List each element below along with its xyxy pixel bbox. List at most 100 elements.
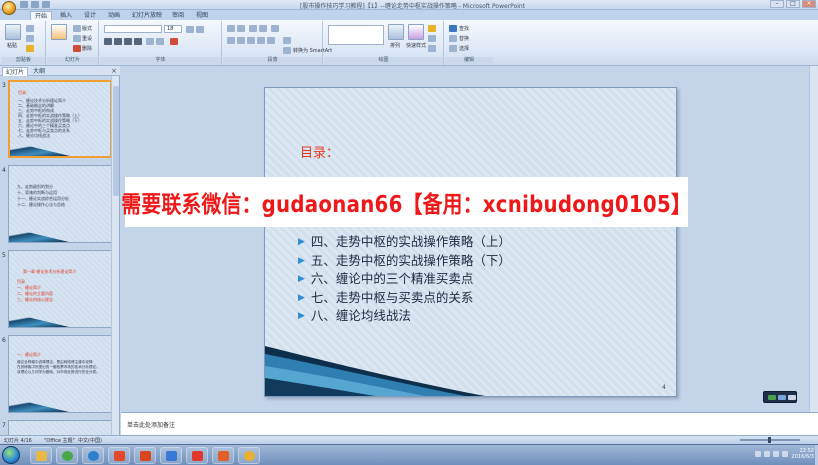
- panel-scroll-thumb[interactable]: [113, 86, 119, 196]
- numbering-icon[interactable]: [237, 25, 245, 32]
- tab-view[interactable]: 视图: [192, 11, 212, 20]
- paste-icon[interactable]: [5, 24, 21, 40]
- close-panel-icon[interactable]: ×: [111, 67, 117, 75]
- slide-thumbnail[interactable]: 九、走势级别的划分 十、背驰的判断与运用 十一、缠论实战综合运用分析 十二、缠论…: [8, 165, 112, 243]
- list-item: ▶ 六、缠论中的三个精准买卖点: [298, 270, 511, 289]
- clock[interactable]: 22:52 2016/6/3: [792, 448, 814, 460]
- decrease-indent-icon[interactable]: [249, 25, 257, 32]
- slide-title[interactable]: 目录：: [300, 142, 339, 161]
- tab-animations[interactable]: 动画: [104, 11, 124, 20]
- layout-icon[interactable]: [73, 25, 81, 32]
- format-painter-icon[interactable]: [26, 45, 34, 52]
- sorter-view-icon[interactable]: [778, 395, 786, 400]
- arrange-icon[interactable]: [388, 24, 404, 40]
- increase-indent-icon[interactable]: [259, 25, 267, 32]
- list-item: ▶ 七、走势中枢与买卖点的关系: [298, 289, 511, 308]
- shape-effects-icon[interactable]: [428, 45, 436, 52]
- minimize-button[interactable]: –: [770, 0, 784, 8]
- zoom-slider[interactable]: [740, 437, 800, 443]
- slideshow-view-icon[interactable]: [788, 395, 796, 400]
- cut-icon[interactable]: [26, 25, 34, 32]
- new-slide-icon[interactable]: [51, 24, 67, 40]
- slide-thumbnail[interactable]: 一、缠论简介 缠论全称缠中说禅理论，是由网络博主缠中说禅 在其博客中所提出的一套…: [8, 335, 112, 413]
- shrink-font-icon[interactable]: [196, 26, 204, 33]
- font-color-icon[interactable]: [170, 38, 178, 45]
- delete-icon[interactable]: [73, 45, 81, 52]
- taskbar-app-red[interactable]: [186, 447, 208, 464]
- align-left-icon[interactable]: [227, 37, 235, 44]
- bold-icon[interactable]: [104, 38, 112, 45]
- tab-review[interactable]: 审阅: [168, 11, 188, 20]
- text-direction-icon[interactable]: [283, 37, 291, 44]
- tab-home[interactable]: 开始: [30, 11, 53, 20]
- view-buttons[interactable]: [763, 391, 797, 403]
- normal-view-icon[interactable]: [768, 395, 776, 400]
- close-button[interactable]: ×: [802, 0, 816, 8]
- font-size-field[interactable]: 18: [164, 25, 182, 33]
- taskbar-app-tool[interactable]: [134, 447, 156, 464]
- quick-styles-icon[interactable]: [408, 24, 424, 40]
- office-button[interactable]: [2, 1, 16, 15]
- copy-icon[interactable]: [26, 35, 34, 42]
- align-center-icon[interactable]: [237, 37, 245, 44]
- tab-slides[interactable]: 幻灯片: [2, 67, 29, 76]
- notes-pane[interactable]: 单击此处添加备注: [121, 412, 818, 435]
- taskbar-app-office[interactable]: [108, 447, 130, 464]
- slide-number: 4: [2, 167, 6, 174]
- slide-content-list[interactable]: ▶ 四、走势中枢的实战操作策略（上） ▶ 五、走势中枢的实战操作策略（下） ▶ 六、缠…: [298, 233, 511, 326]
- zoom-slider-knob[interactable]: [768, 437, 771, 443]
- tab-insert[interactable]: 插入: [56, 11, 76, 20]
- save-icon[interactable]: [20, 1, 28, 8]
- font-name-field[interactable]: [104, 25, 162, 33]
- current-slide[interactable]: 目录： ▶ 四、走势中枢的实战操作策略（上） ▶ 五、走势中枢的实战操作策略（下） …: [264, 87, 677, 397]
- align-right-icon[interactable]: [247, 37, 255, 44]
- redo-icon[interactable]: [42, 1, 50, 8]
- line-spacing-icon[interactable]: [271, 25, 279, 32]
- slide-thumbnail[interactable]: [8, 420, 112, 435]
- volume-icon[interactable]: [782, 451, 788, 457]
- start-button[interactable]: [2, 446, 20, 464]
- grow-font-icon[interactable]: [186, 26, 194, 33]
- taskbar-app-media[interactable]: [160, 447, 182, 464]
- justify-icon[interactable]: [257, 37, 265, 44]
- underline-icon[interactable]: [124, 38, 132, 45]
- thumb-line: 十一、缠论实战综合运用分析: [17, 196, 69, 201]
- taskbar-app-browser[interactable]: [56, 447, 78, 464]
- main-scrollbar[interactable]: [809, 66, 818, 412]
- paste-label: 粘贴: [7, 43, 18, 49]
- taskbar-app-powerpoint[interactable]: [212, 447, 234, 464]
- tray-icon[interactable]: [755, 451, 761, 457]
- columns-icon[interactable]: [267, 37, 275, 44]
- shape-fill-icon[interactable]: [428, 25, 436, 32]
- slide-thumbnail[interactable]: 第一章 缠论技术分析理论简介 目录 一、缠论简介 二、缠论的主要内容 三、缠论的…: [8, 250, 112, 328]
- maximize-button[interactable]: □: [786, 0, 800, 8]
- undo-icon[interactable]: [31, 1, 39, 8]
- slide-thumbnail[interactable]: 目录： 一、缠论技术分析理论简介 二、基础概念的讲解 三、走势中枢的构成 四、走…: [8, 80, 112, 158]
- tray-icon[interactable]: [773, 451, 779, 457]
- shapes-gallery[interactable]: [328, 25, 384, 45]
- bullets-icon[interactable]: [227, 25, 235, 32]
- reset-icon[interactable]: [73, 35, 81, 42]
- strikethrough-icon[interactable]: [134, 38, 142, 45]
- thumb-line: 目录: [17, 279, 25, 284]
- tab-outline[interactable]: 大纲: [30, 67, 48, 76]
- select-icon[interactable]: [449, 45, 457, 52]
- shadow-icon[interactable]: [146, 38, 154, 45]
- taskbar-app-chrome[interactable]: [238, 447, 260, 464]
- italic-icon[interactable]: [114, 38, 122, 45]
- tray-icon[interactable]: [764, 451, 770, 457]
- replace-icon[interactable]: [449, 35, 457, 42]
- find-icon[interactable]: [449, 25, 457, 32]
- panel-scrollbar[interactable]: [111, 76, 119, 435]
- tab-slideshow[interactable]: 幻灯片放映: [128, 11, 166, 20]
- tab-design[interactable]: 设计: [80, 11, 100, 20]
- smartart-icon[interactable]: [283, 47, 291, 54]
- shape-outline-icon[interactable]: [428, 35, 436, 42]
- thumb-line: 该理论以几何学为基础，对市场走势进行完全分类。: [17, 370, 100, 374]
- arrange-label: 排列: [390, 43, 401, 49]
- quick-styles-label: 快速样式: [406, 43, 427, 49]
- taskbar-app-player[interactable]: [82, 447, 104, 464]
- char-spacing-icon[interactable]: [156, 38, 164, 45]
- bullet-icon: ▶: [298, 292, 305, 303]
- taskbar-app-explorer[interactable]: [30, 447, 52, 464]
